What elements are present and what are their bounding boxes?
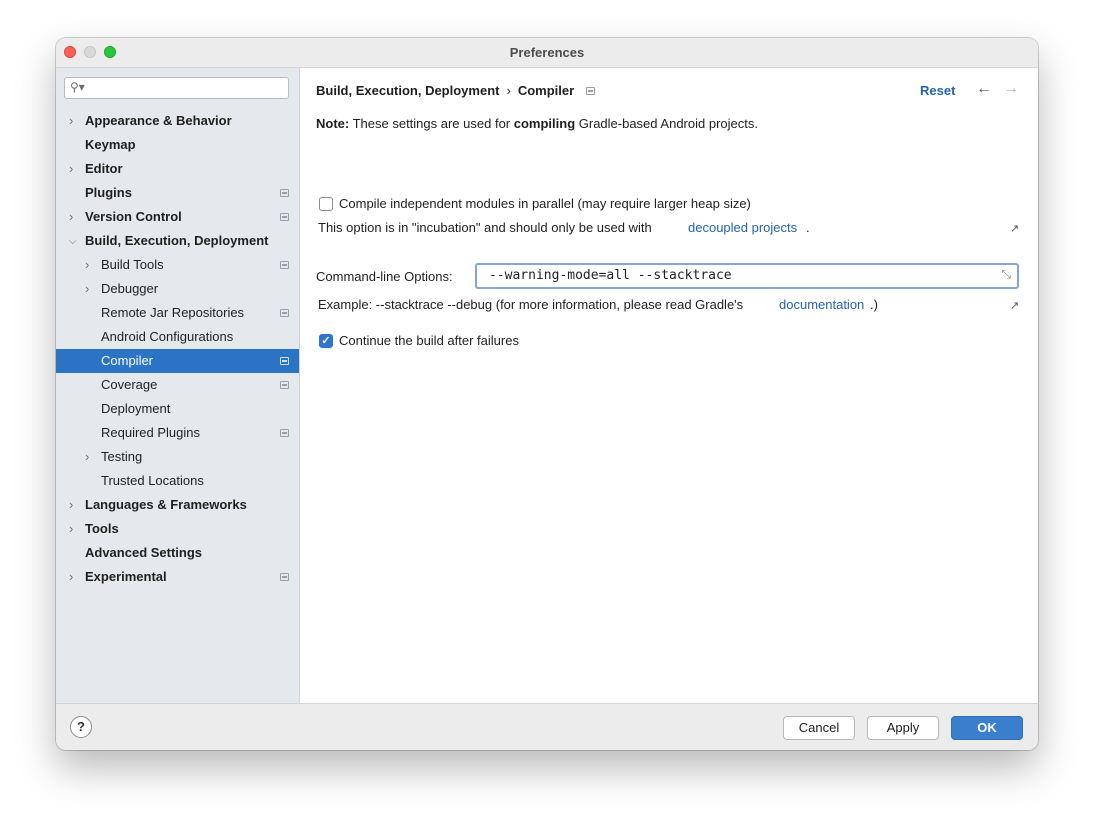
sidebar-item-label: Languages & Frameworks (85, 497, 247, 512)
sidebar-item-label: Required Plugins (101, 425, 201, 440)
sidebar-item-advanced-settings[interactable]: Advanced Settings (56, 541, 299, 565)
sidebar-item-label: Compiler (101, 353, 154, 368)
compiler-note: Note: These settings are used for compil… (316, 116, 758, 131)
project-level-icon (586, 87, 596, 95)
note-text-1: These settings are used for (349, 116, 514, 131)
help-button[interactable]: ? (70, 716, 92, 738)
settings-content: Build, Execution, Deployment › Compiler Re… (300, 68, 1038, 703)
preferences-window: Preferences ⚲▾ › Appearance & Behavior Key… (56, 38, 1038, 750)
sidebar-item-plugins[interactable]: Plugins (56, 181, 299, 205)
sidebar-item-coverage[interactable]: Coverage (56, 373, 299, 397)
parallel-compile-label[interactable]: Compile independent modules in parallel … (339, 196, 751, 211)
forward-arrow-icon[interactable]: → (1003, 80, 1019, 98)
command-line-options-label: Command-line Options: (316, 269, 453, 284)
project-level-icon (280, 429, 289, 437)
search-input[interactable]: ⚲▾ (64, 77, 289, 99)
reset-link[interactable]: Reset (920, 83, 955, 98)
sidebar-item-deployment[interactable]: Deployment (56, 397, 299, 421)
note-prefix: Note: (316, 116, 350, 131)
sidebar-item-trusted-locations[interactable]: Trusted Locations (56, 469, 299, 493)
sidebar-item-keymap[interactable]: Keymap (56, 133, 299, 157)
external-link-icon[interactable]: ↗ (1010, 222, 1019, 235)
breadcrumb-current: Compiler (517, 83, 575, 98)
sidebar-item-tools[interactable]: › Tools (56, 517, 299, 541)
parallel-compile-checkbox[interactable] (319, 197, 333, 211)
sidebar-item-remote-jar-repositories[interactable]: Remote Jar Repositories (56, 301, 299, 325)
chevron-right-icon[interactable]: › (69, 157, 73, 181)
sidebar-item-label: Build, Execution, Deployment (85, 233, 269, 248)
project-level-icon (280, 261, 289, 269)
sidebar-item-label: Debugger (101, 281, 159, 296)
chevron-right-icon[interactable]: › (69, 517, 73, 541)
command-line-options-value[interactable]: --warning-mode=all --stacktrace (489, 268, 732, 283)
breadcrumb: Build, Execution, Deployment › Compiler (316, 83, 596, 98)
note-text-2: Gradle-based Android projects. (575, 116, 758, 131)
sidebar-item-label: Plugins (85, 185, 132, 200)
sidebar-item-editor[interactable]: › Editor (56, 157, 299, 181)
apply-button[interactable]: Apply (867, 716, 939, 740)
chevron-right-icon[interactable]: › (69, 565, 73, 589)
chevron-right-icon[interactable]: › (85, 445, 89, 469)
sidebar-item-build-tools[interactable]: › Build Tools (56, 253, 299, 277)
sidebar-item-build-execution-deployment[interactable]: ⌵ Build, Execution, Deployment (56, 229, 299, 253)
sidebar-item-label: Android Configurations (101, 329, 234, 344)
documentation-link[interactable]: documentation (779, 297, 864, 312)
sidebar-item-label: Deployment (101, 401, 171, 416)
title-bar: Preferences (56, 38, 1038, 68)
sidebar-item-label: Build Tools (101, 257, 164, 272)
external-link-icon-2[interactable]: ↗ (1010, 299, 1019, 312)
back-arrow-icon[interactable]: ← (976, 80, 992, 98)
continue-build-label[interactable]: Continue the build after failures (339, 333, 519, 348)
breadcrumb-separator: › (506, 83, 511, 98)
sidebar-item-version-control[interactable]: › Version Control (56, 205, 299, 229)
chevron-down-icon[interactable]: ⌵ (69, 230, 77, 254)
sidebar-item-debugger[interactable]: › Debugger (56, 277, 299, 301)
project-level-icon (280, 309, 289, 317)
project-level-icon (280, 357, 289, 365)
sidebar-item-label: Tools (85, 521, 119, 536)
example-suffix: .) (870, 297, 878, 312)
continue-build-checkbox[interactable]: ✓ (319, 334, 333, 348)
project-level-icon (280, 573, 289, 581)
sidebar-item-label: Editor (85, 161, 123, 176)
sidebar-item-label: Appearance & Behavior (85, 113, 232, 128)
incubation-text: This option is in "incubation" and shoul… (318, 220, 652, 235)
settings-sidebar: ⚲▾ › Appearance & Behavior Keymap › Editor Pl… (56, 68, 300, 703)
sidebar-item-android-configurations[interactable]: Android Configurations (56, 325, 299, 349)
project-level-icon (280, 213, 289, 221)
search-icon: ⚲▾ (70, 80, 85, 94)
sidebar-item-languages-frameworks[interactable]: › Languages & Frameworks (56, 493, 299, 517)
sidebar-item-required-plugins[interactable]: Required Plugins (56, 421, 299, 445)
sidebar-item-appearance-behavior[interactable]: › Appearance & Behavior (56, 109, 299, 133)
note-bold: compiling (513, 116, 576, 131)
example-text: Example: --stacktrace --debug (for more … (318, 297, 744, 312)
cancel-button[interactable]: Cancel (783, 716, 855, 740)
sidebar-item-testing[interactable]: › Testing (56, 445, 299, 469)
sidebar-item-label: Version Control (85, 209, 182, 224)
sidebar-item-compiler[interactable]: Compiler (56, 349, 299, 373)
breadcrumb-parent[interactable]: Build, Execution, Deployment (316, 83, 499, 98)
expand-icon[interactable]: ⤡ (1001, 267, 1011, 282)
command-line-options-input[interactable]: --warning-mode=all --stacktrace ⤡ (475, 263, 1019, 289)
sidebar-item-label: Testing (101, 449, 143, 464)
sidebar-item-label: Experimental (85, 569, 167, 584)
sidebar-item-label: Trusted Locations (101, 473, 204, 488)
chevron-right-icon[interactable]: › (69, 493, 73, 517)
chevron-right-icon[interactable]: › (69, 109, 73, 133)
sidebar-item-label: Coverage (101, 377, 158, 392)
incubation-suffix: . (806, 220, 810, 235)
sidebar-item-label: Keymap (85, 137, 136, 152)
decoupled-projects-link[interactable]: decoupled projects (688, 220, 797, 235)
sidebar-item-experimental[interactable]: › Experimental (56, 565, 299, 589)
dialog-footer: ? Cancel Apply OK (56, 703, 1038, 750)
chevron-right-icon[interactable]: › (69, 205, 73, 229)
chevron-right-icon[interactable]: › (85, 277, 89, 301)
ok-button[interactable]: OK (951, 716, 1023, 740)
sidebar-item-label: Advanced Settings (85, 545, 203, 560)
sidebar-item-label: Remote Jar Repositories (101, 305, 245, 320)
chevron-right-icon[interactable]: › (85, 253, 89, 277)
project-level-icon (280, 189, 289, 197)
project-level-icon (280, 381, 289, 389)
window-title: Preferences (509, 45, 585, 60)
